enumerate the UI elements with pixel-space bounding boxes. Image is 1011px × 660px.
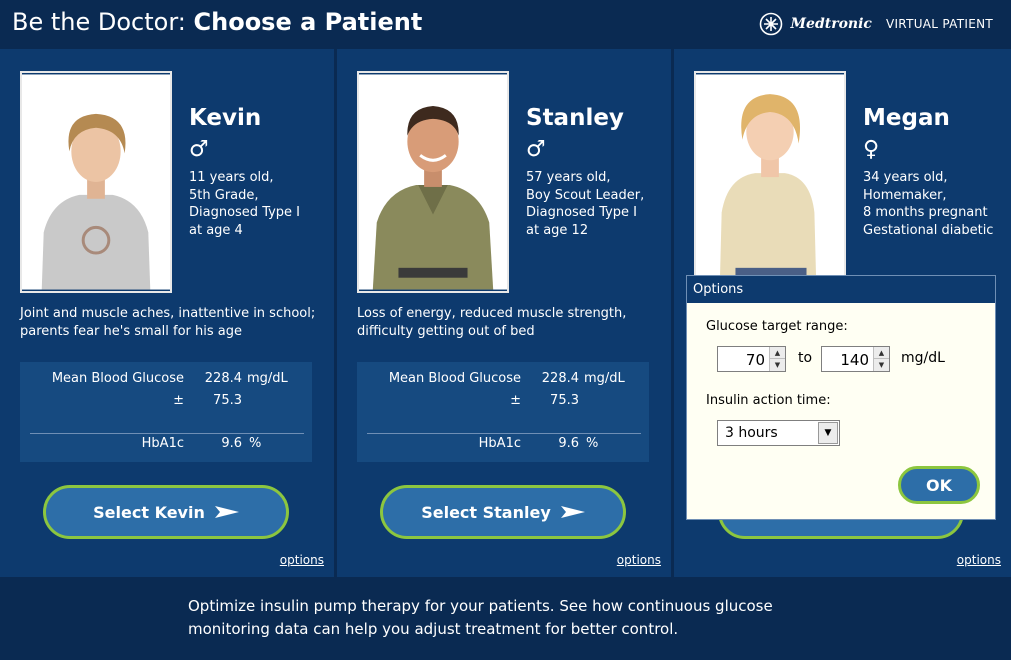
patient-info-line: at age 12 — [526, 222, 589, 238]
mbg-value: 228.4 — [541, 371, 579, 386]
brand-sub: VIRTUAL PATIENT — [885, 17, 993, 31]
patient-info-line: Gestational diabetic — [863, 222, 994, 238]
patient-info-line: 5th Grade, — [189, 187, 259, 203]
patient-complaint-stanley: Loss of energy, reduced muscle strength,… — [357, 306, 627, 339]
male-icon: ♂ — [526, 137, 546, 162]
patient-info-line: Diagnosed Type I — [526, 205, 638, 220]
mbg-label: Mean Blood Glucose — [51, 371, 184, 386]
patient-info-line: at age 4 — [189, 222, 243, 238]
page-title: Be the Doctor: Choose a Patient — [12, 8, 422, 36]
select-stanley-label: Select Stanley — [421, 502, 551, 522]
chevron-down-icon[interactable]: ▼ — [818, 422, 838, 444]
stepper-down-icon[interactable]: ▼ — [874, 359, 889, 371]
stepper-up-icon[interactable]: ▲ — [874, 347, 889, 359]
mbg-label: Mean Blood Glucose — [388, 371, 521, 386]
header: Be the Doctor: Choose a Patient Medtroni… — [0, 0, 1011, 49]
patient-complaint-kevin: Joint and muscle aches, inattentive in s… — [20, 306, 316, 339]
plus-minus-label: ± — [173, 393, 184, 408]
patient-info-line: 8 months pregnant — [863, 205, 988, 220]
footer-line-1: Optimize insulin pump therapy for your p… — [188, 597, 773, 615]
glucose-range-label: Glucose target range: — [706, 319, 848, 334]
stepper-up-icon[interactable]: ▲ — [770, 347, 785, 359]
patient-info-line: Diagnosed Type I — [189, 205, 301, 220]
select-kevin-button[interactable]: Select Kevin — [43, 485, 289, 539]
arrow-right-icon — [214, 506, 239, 518]
ok-button[interactable]: OK — [898, 466, 980, 504]
options-dialog: Options Glucose target range: 70 ▲ ▼ to … — [686, 275, 996, 520]
patient-name-stanley: Stanley — [526, 105, 624, 131]
hba1c-value: 9.6 — [558, 436, 579, 451]
patient-info-line: 34 years old, — [863, 170, 948, 185]
patient-name-megan: Megan — [863, 105, 950, 131]
glucose-low-value: 70 — [745, 351, 765, 369]
kevin-portrait-image — [22, 74, 170, 290]
glucose-stats-kevin: Mean Blood Glucose 228.4 mg/dL ± 75.3 Hb… — [20, 362, 312, 462]
glucose-high-stepper[interactable]: 140 ▲ ▼ — [821, 346, 890, 372]
patient-info-kevin: 11 years old, 5th Grade, Diagnosed Type … — [189, 169, 300, 239]
patient-info-line: Homemaker, — [863, 187, 947, 203]
stanley-portrait-image — [359, 74, 507, 290]
options-dialog-title: Options — [687, 276, 995, 303]
hba1c-label: HbA1c — [141, 436, 184, 451]
brand-name: Medtronic — [790, 16, 872, 32]
options-link-megan[interactable]: options — [957, 553, 1001, 567]
brand: Medtronic VIRTUAL PATIENT — [759, 12, 993, 36]
select-stanley-button[interactable]: Select Stanley — [380, 485, 626, 539]
options-link-stanley[interactable]: options — [617, 553, 661, 567]
stats-divider — [30, 433, 304, 434]
patient-info-line: Boy Scout Leader, — [526, 187, 645, 203]
insulin-action-label: Insulin action time: — [706, 393, 831, 408]
hba1c-unit: % — [249, 436, 262, 451]
hba1c-unit: % — [586, 436, 599, 451]
select-kevin-label: Select Kevin — [93, 502, 205, 522]
footer-text: Optimize insulin pump therapy for your p… — [188, 595, 828, 641]
insulin-action-value: 3 hours — [725, 425, 778, 441]
footer-line-2: monitoring data can help you adjust trea… — [188, 620, 679, 638]
patient-card-kevin: Kevin ♂ 11 years old, 5th Grade, Diagnos… — [0, 49, 334, 577]
range-unit-label: mg/dL — [901, 350, 945, 366]
mbg-unit: mg/dL — [584, 371, 625, 386]
patient-photo-stanley — [357, 71, 509, 293]
mbg-unit: mg/dL — [247, 371, 288, 386]
medtronic-logo-icon — [759, 12, 782, 36]
title-main: Choose a Patient — [193, 8, 423, 36]
megan-portrait-image — [696, 74, 844, 290]
hba1c-label: HbA1c — [478, 436, 521, 451]
plus-minus-label: ± — [510, 393, 521, 408]
stepper-down-icon[interactable]: ▼ — [770, 359, 785, 371]
mbg-value: 228.4 — [204, 371, 242, 386]
options-link-kevin[interactable]: options — [280, 553, 324, 567]
sd-value: 75.3 — [550, 393, 579, 408]
sd-value: 75.3 — [213, 393, 242, 408]
male-icon: ♂ — [189, 137, 209, 162]
footer: Optimize insulin pump therapy for your p… — [0, 577, 1011, 660]
stepper-arrows: ▲ ▼ — [769, 347, 785, 371]
patient-info-stanley: 57 years old, Boy Scout Leader, Diagnose… — [526, 169, 644, 239]
title-prefix: Be the Doctor: — [12, 8, 186, 36]
insulin-action-select[interactable]: 3 hours ▼ — [717, 420, 840, 446]
stepper-arrows: ▲ ▼ — [873, 347, 889, 371]
arrow-right-icon — [560, 506, 585, 518]
stats-divider — [367, 433, 641, 434]
patient-photo-kevin — [20, 71, 172, 293]
patient-photo-megan — [694, 71, 846, 293]
glucose-low-stepper[interactable]: 70 ▲ ▼ — [717, 346, 786, 372]
patient-info-line: 57 years old, — [526, 170, 611, 185]
glucose-stats-stanley: Mean Blood Glucose 228.4 mg/dL ± 75.3 Hb… — [357, 362, 649, 462]
glucose-high-value: 140 — [840, 351, 869, 369]
range-to-label: to — [798, 350, 813, 366]
patient-card-stanley: Stanley ♂ 57 years old, Boy Scout Leader… — [337, 49, 671, 577]
patient-info-megan: 34 years old, Homemaker, 8 months pregna… — [863, 169, 993, 239]
hba1c-value: 9.6 — [221, 436, 242, 451]
patient-name-kevin: Kevin — [189, 105, 262, 131]
patient-info-line: 11 years old, — [189, 170, 274, 185]
female-icon: ♀ — [863, 137, 880, 162]
